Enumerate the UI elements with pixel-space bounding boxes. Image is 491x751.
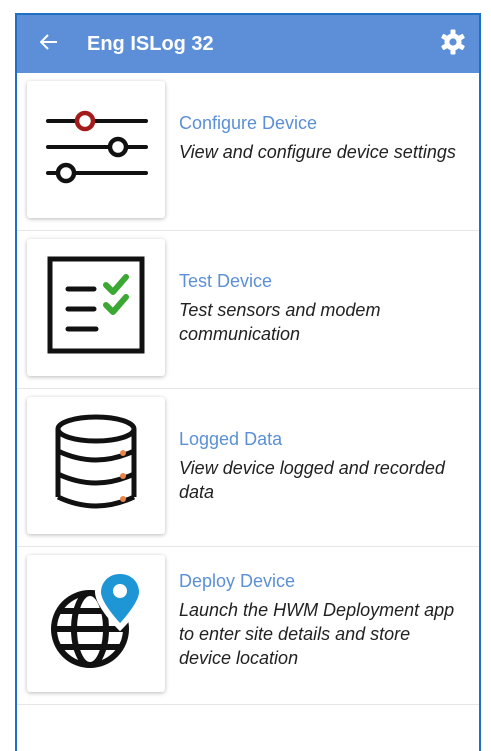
item-title: Configure Device [179,113,318,133]
database-icon [51,413,141,518]
icon-card [27,81,165,218]
menu-item-configure-device[interactable]: Configure Device View and configure devi… [17,73,479,231]
icon-card [27,239,165,376]
menu-item-deploy-device[interactable]: Deploy Device Launch the HWM Deployment … [17,547,479,705]
item-description: Launch the HWM Deployment app to enter s… [179,600,455,668]
icon-card [27,555,165,692]
globe-location-pin-icon [46,567,146,678]
menu-item-test-device[interactable]: Test Device Test sensors and modem commu… [17,231,479,389]
settings-button[interactable] [433,24,473,64]
main-menu: Configure Device View and configure devi… [17,73,479,705]
item-text: Configure Device View and configure devi… [179,111,465,164]
sliders-icon [42,107,150,192]
item-text: Logged Data View device logged and recor… [179,427,465,504]
app-window: Eng ISLog 32 Configure Device View and c… [15,13,481,751]
item-text: Test Device Test sensors and modem commu… [179,269,465,346]
arrow-left-icon [39,33,58,55]
item-title: Test Device [179,271,273,291]
item-description: View device logged and recorded data [179,458,445,502]
checklist-icon [46,255,146,360]
item-title: Deploy Device [179,571,296,591]
item-description: Test sensors and modem communication [179,300,381,344]
item-title: Logged Data [179,429,283,449]
page-title: Eng ISLog 32 [87,32,214,55]
app-bar: Eng ISLog 32 [17,15,479,73]
item-description: View and configure device settings [179,142,456,162]
back-button[interactable] [29,24,69,64]
menu-item-logged-data[interactable]: Logged Data View device logged and recor… [17,389,479,547]
gear-icon [440,29,466,60]
icon-card [27,397,165,534]
item-text: Deploy Device Launch the HWM Deployment … [179,569,465,670]
